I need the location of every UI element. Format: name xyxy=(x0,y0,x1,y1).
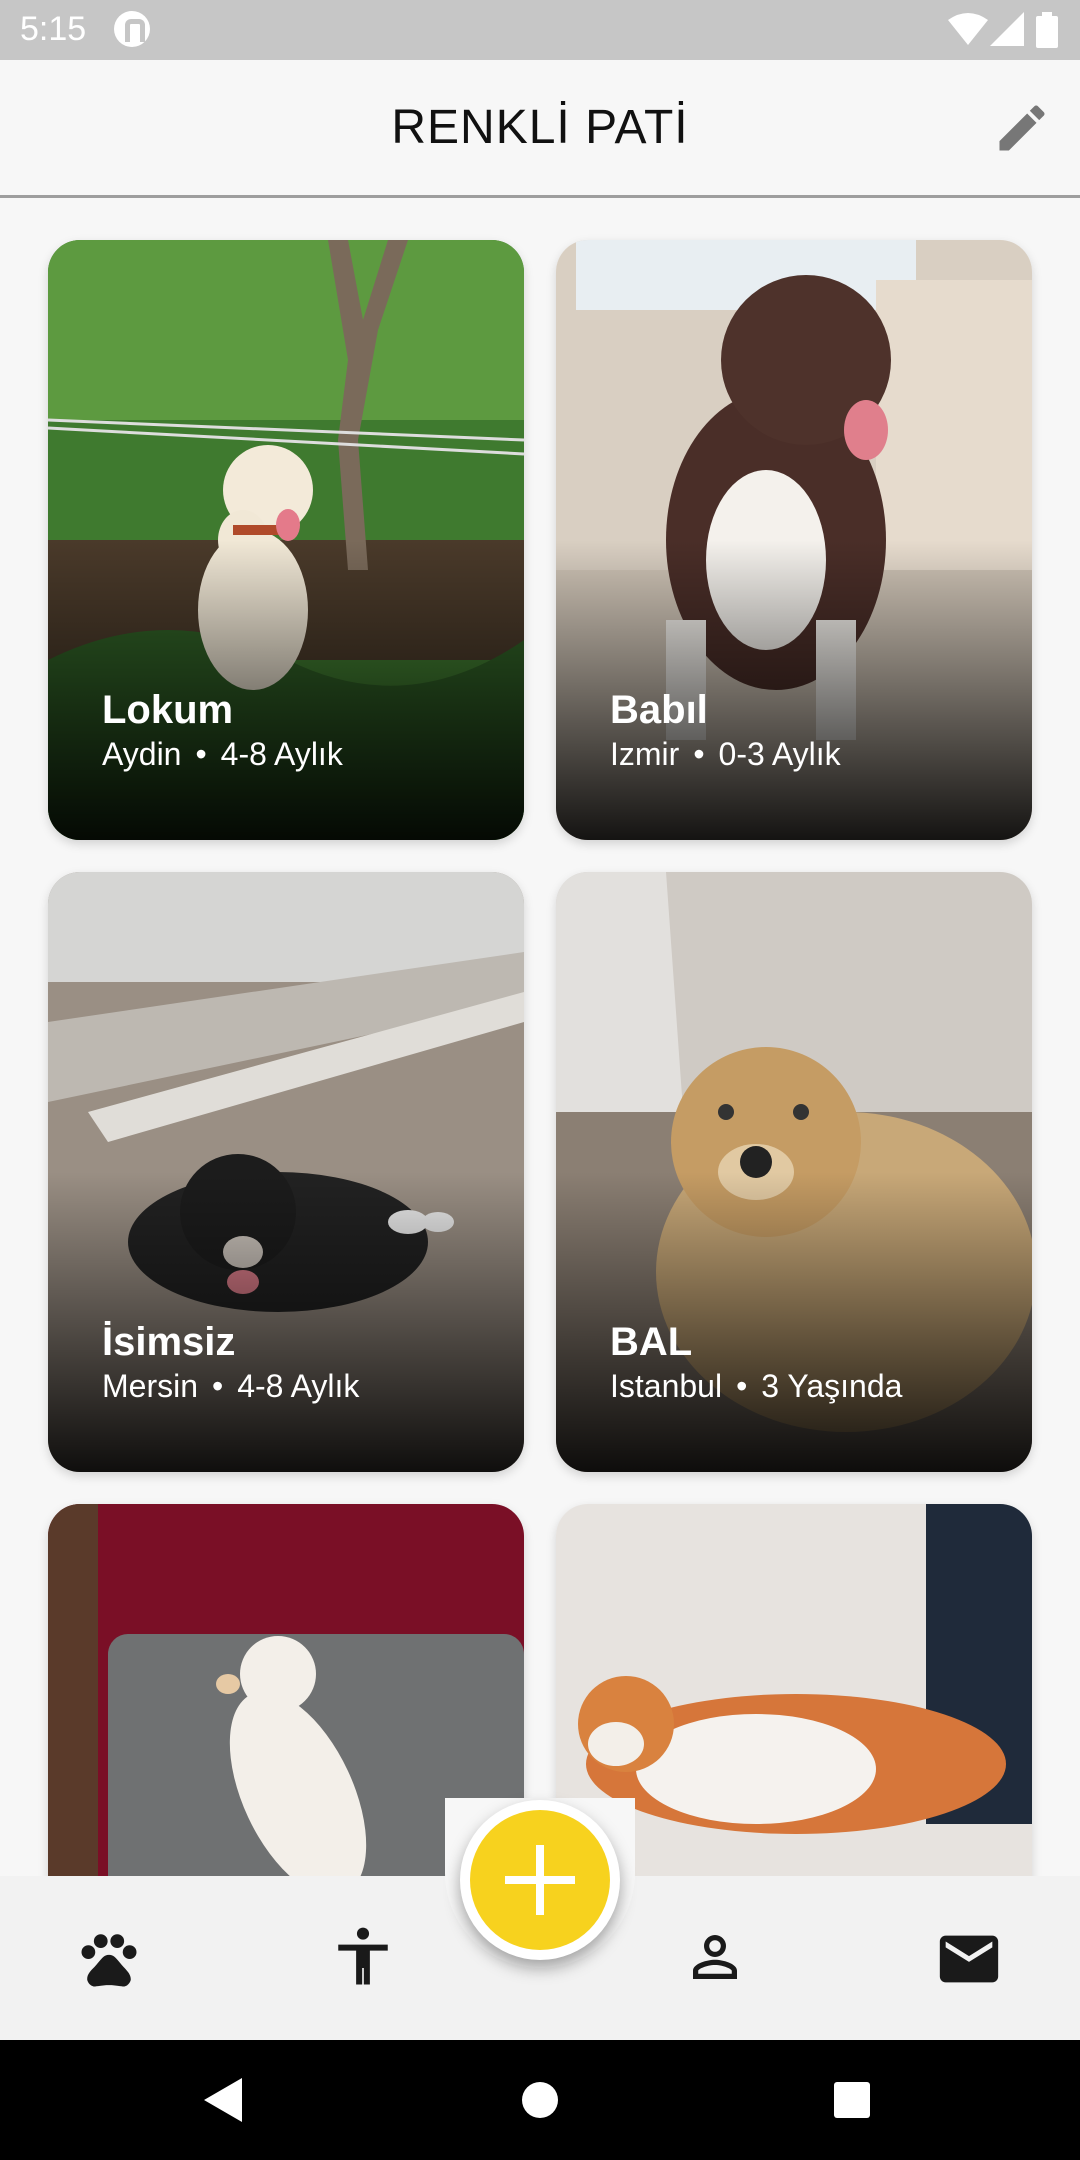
person-icon[interactable] xyxy=(682,1924,748,1990)
pet-age: 4-8 Aylık xyxy=(220,736,343,772)
app-bar: RENKLİ PATİ xyxy=(0,60,1080,198)
pet-city: Aydin xyxy=(102,736,182,772)
paw-icon[interactable] xyxy=(76,1926,142,1992)
pet-meta: Mersin • 4-8 Aylık xyxy=(102,1368,359,1405)
pet-city: Istanbul xyxy=(610,1368,723,1404)
pet-name: BAL xyxy=(610,1320,693,1364)
pet-age: 0-3 Aylık xyxy=(718,736,841,772)
pet-city: Izmir xyxy=(610,736,680,772)
pet-meta: Aydin • 4-8 Aylık xyxy=(102,736,343,773)
accessibility-icon[interactable] xyxy=(330,1924,396,1990)
back-icon[interactable] xyxy=(204,2078,244,2122)
pet-card[interactable]: Lokum Aydin • 4-8 Aylık xyxy=(48,240,524,840)
mail-icon[interactable] xyxy=(934,1924,1004,1994)
pet-card[interactable]: İsimsiz Mersin • 4-8 Aylık xyxy=(48,872,524,1472)
pet-meta: Izmir • 0-3 Aylık xyxy=(610,736,841,773)
pet-city: Mersin xyxy=(102,1368,199,1404)
pet-card[interactable]: BAL Istanbul • 3 Yaşında xyxy=(556,872,1032,1472)
pet-name: İsimsiz xyxy=(102,1320,236,1364)
wifi-icon xyxy=(948,13,988,45)
pet-name: Babıl xyxy=(610,688,708,732)
pet-card[interactable]: Babıl Izmir • 0-3 Aylık xyxy=(556,240,1032,840)
status-time: 5:15 xyxy=(20,10,87,48)
home-icon[interactable] xyxy=(520,2080,560,2120)
pet-meta: Istanbul • 3 Yaşında xyxy=(610,1368,902,1405)
separator-dot: • xyxy=(736,1368,748,1404)
battery-icon xyxy=(1036,12,1058,48)
pet-age: 4-8 Aylık xyxy=(237,1368,360,1404)
pet-name: Lokum xyxy=(102,688,234,732)
add-button[interactable] xyxy=(470,1810,610,1950)
status-bar: 5:15 xyxy=(0,0,1080,60)
add-icon xyxy=(505,1845,575,1915)
separator-dot: • xyxy=(693,736,705,772)
separator-dot: • xyxy=(195,736,207,772)
pencil-icon[interactable] xyxy=(992,98,1052,158)
pet-age: 3 Yaşında xyxy=(761,1368,903,1404)
app-notification-icon xyxy=(114,11,150,47)
system-nav-bar xyxy=(0,2040,1080,2160)
recents-icon[interactable] xyxy=(834,2082,870,2118)
signal-icon xyxy=(990,12,1024,46)
app-title: RENKLİ PATİ xyxy=(391,101,689,154)
separator-dot: • xyxy=(212,1368,224,1404)
